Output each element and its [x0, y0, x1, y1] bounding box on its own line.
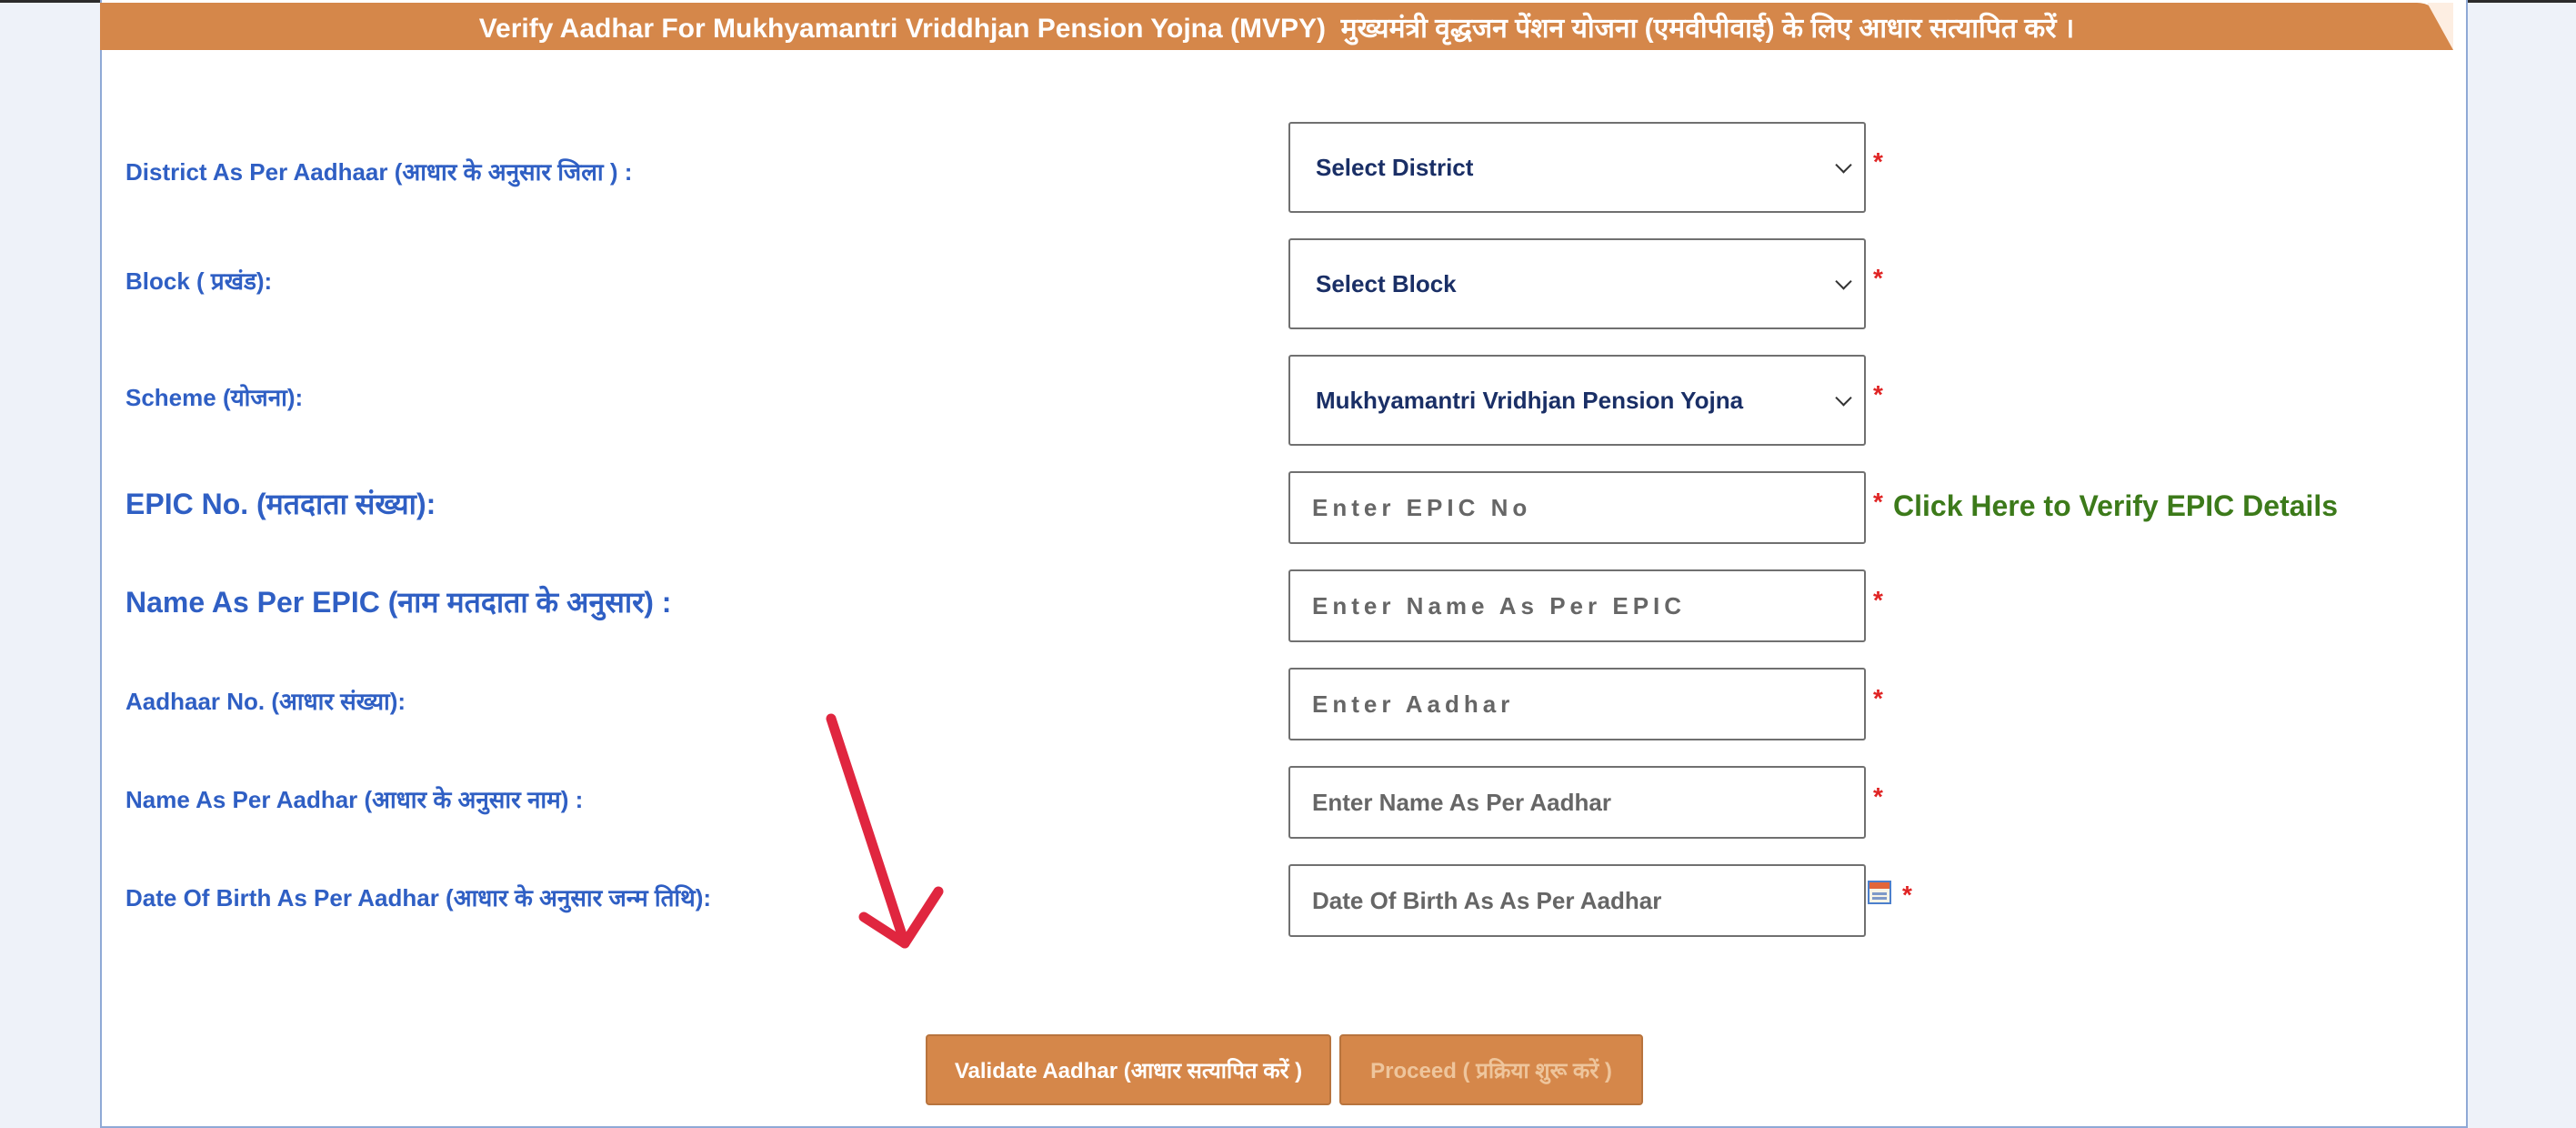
- red-arrow-annotation: [826, 713, 944, 949]
- district-required-mark: *: [1873, 147, 1883, 176]
- dob-field: [1288, 864, 1866, 937]
- block-required-mark: *: [1873, 264, 1883, 292]
- calendar-icon[interactable]: [1868, 881, 1891, 904]
- dob-input[interactable]: [1310, 885, 1864, 916]
- dob-required-mark: *: [1902, 881, 1912, 909]
- epic-name-required-mark: *: [1873, 586, 1883, 614]
- aadhaar-no-field: [1288, 668, 1866, 740]
- dob-label: Date Of Birth As Per Aadhar (आधार के अनु…: [125, 884, 712, 911]
- epic-no-label: EPIC No. (मतदाता संख्या):: [125, 488, 436, 520]
- chevron-down-icon: [1835, 156, 1852, 174]
- proceed-button[interactable]: Proceed ( प्रक्रिया शुरू करें ): [1339, 1034, 1643, 1105]
- chevron-down-icon: [1835, 389, 1852, 407]
- block-select-value: Select Block: [1316, 269, 1457, 297]
- epic-no-required-mark: *: [1873, 488, 1883, 516]
- scheme-label: Scheme (योजना):: [125, 384, 304, 411]
- block-select[interactable]: Select Block: [1288, 238, 1866, 329]
- verify-epic-link[interactable]: Click Here to Verify EPIC Details: [1893, 489, 2338, 523]
- aadhaar-name-label: Name As Per Aadhar (आधार के अनुसार नाम) …: [125, 786, 584, 813]
- aadhaar-name-field: [1288, 766, 1866, 839]
- district-select-value: Select District: [1316, 153, 1474, 181]
- aadhaar-no-input[interactable]: [1310, 689, 1864, 720]
- aadhaar-name-required-mark: *: [1873, 782, 1883, 811]
- block-label: Block ( प्रखंड):: [125, 267, 273, 295]
- epic-name-label: Name As Per EPIC (नाम मतदाता के अनुसार) …: [125, 586, 672, 619]
- page-title: Verify Aadhar For Mukhyamantri Vriddhjan…: [478, 13, 2075, 44]
- epic-name-input[interactable]: [1310, 590, 1864, 621]
- scheme-select[interactable]: Mukhyamantri Vridhjan Pension Yojna: [1288, 355, 1866, 446]
- district-label: District As Per Aadhaar (आधार के अनुसार …: [125, 158, 633, 186]
- aadhaar-no-label: Aadhaar No. (आधार संख्या):: [125, 688, 406, 715]
- epic-no-input[interactable]: [1310, 492, 1864, 523]
- chevron-down-icon: [1835, 273, 1852, 290]
- validate-aadhar-button[interactable]: Validate Aadhar (आधार सत्यापित करें ): [926, 1034, 1331, 1105]
- scheme-select-value: Mukhyamantri Vridhjan Pension Yojna: [1316, 386, 1744, 414]
- epic-name-field: [1288, 569, 1866, 642]
- page-header: Verify Aadhar For Mukhyamantri Vriddhjan…: [100, 3, 2453, 50]
- scheme-required-mark: *: [1873, 380, 1883, 408]
- aadhaar-name-input[interactable]: [1310, 787, 1864, 818]
- aadhaar-no-required-mark: *: [1873, 684, 1883, 712]
- district-select[interactable]: Select District: [1288, 122, 1866, 213]
- epic-no-field: [1288, 471, 1866, 544]
